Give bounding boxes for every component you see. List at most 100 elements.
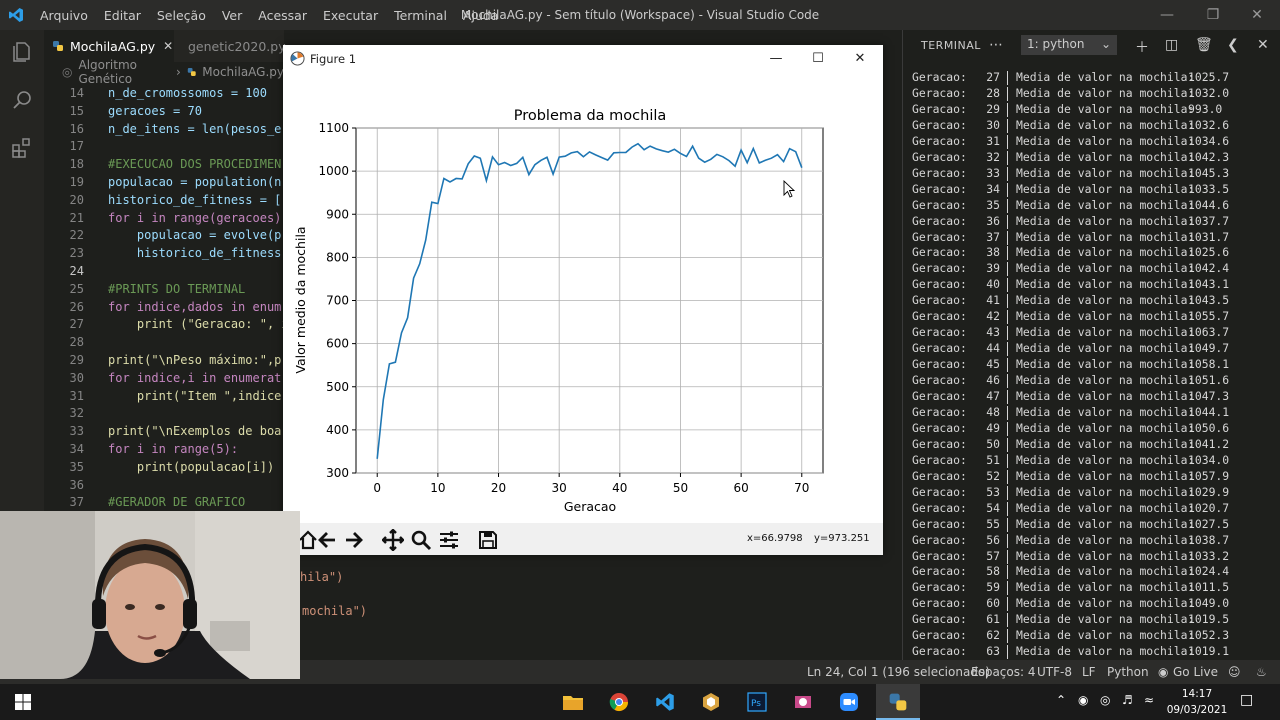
cursor-position[interactable]: Ln 24, Col 1 (196 selecionado) bbox=[807, 665, 990, 679]
code-line[interactable]: 33 print("\nExemplos de boa bbox=[44, 424, 282, 442]
code-line[interactable]: 24 bbox=[44, 264, 108, 282]
code-line[interactable]: 19 populacao = population(n bbox=[44, 175, 282, 193]
more-actions-icon[interactable]: ⋯ bbox=[989, 37, 1003, 53]
back-arrow-icon[interactable] bbox=[316, 529, 338, 551]
row-description: Media de valor na mochila: bbox=[1016, 181, 1195, 196]
python-icon bbox=[889, 693, 907, 711]
code-line[interactable]: 36 bbox=[44, 478, 108, 496]
bell-icon[interactable]: ♨ bbox=[1256, 665, 1267, 679]
menu-acessar[interactable]: Acessar bbox=[258, 8, 307, 23]
wifi-icon[interactable]: ≈ bbox=[1144, 693, 1154, 707]
taskbar-clock[interactable]: 14:17 09/03/2021 bbox=[1164, 686, 1230, 718]
breadcrumb-folder[interactable]: Algoritmo Genético bbox=[78, 58, 169, 86]
volume-icon[interactable]: ♬ bbox=[1122, 693, 1133, 707]
encoding[interactable]: UTF-8 bbox=[1037, 665, 1072, 679]
code-line[interactable]: 27 print ("Geracao: ", i bbox=[44, 317, 284, 335]
menu-ajuda[interactable]: Ajuda bbox=[463, 8, 499, 23]
figure-close-button[interactable]: ✕ bbox=[839, 45, 881, 73]
code-line[interactable]: 20 historico_de_fitness = [ bbox=[44, 192, 282, 211]
microphone-icon[interactable]: ◎ bbox=[1100, 693, 1110, 707]
code-line[interactable]: 18 #EXECUCAO DOS PROCEDIMEN bbox=[44, 157, 282, 175]
python-taskbar-item[interactable] bbox=[876, 684, 920, 720]
clock-date: 09/03/2021 bbox=[1166, 704, 1228, 716]
code-line[interactable]: 25 #PRINTS DO TERMINAL bbox=[44, 282, 246, 300]
chevron-up-icon[interactable]: ⌃ bbox=[1056, 693, 1066, 707]
code-line[interactable]: 21 for i in range(geracoes) bbox=[44, 211, 282, 229]
zoom-icon[interactable] bbox=[838, 692, 860, 712]
chrome-icon[interactable] bbox=[608, 692, 630, 712]
row-description: Media de valor na mochila: bbox=[1016, 101, 1195, 116]
figure-canvas[interactable]: 0 10 20 30 40 50 60 70 300 400 500 600 700 800 900 1000… bbox=[283, 73, 883, 523]
generation-number: 59 bbox=[986, 580, 1000, 595]
line-number: 20 bbox=[69, 192, 84, 207]
tab-genetic2020[interactable]: genetic2020.py bbox=[174, 30, 286, 62]
code-editor[interactable]: 14 n_de_cromossomos = 100 15 geracoes = 70 1… bbox=[44, 86, 284, 511]
row-label: Geracao: bbox=[912, 341, 967, 356]
menu-ver[interactable]: Ver bbox=[222, 8, 242, 23]
code-text: historico_de_fitness = [ bbox=[108, 192, 282, 207]
clock-time: 14:17 bbox=[1181, 688, 1213, 700]
breadcrumb-file[interactable]: MochilaAG.py bbox=[202, 65, 284, 79]
terminal-tab[interactable]: TERMINAL bbox=[921, 39, 981, 52]
line-number: 27 bbox=[69, 317, 84, 332]
notifications-icon[interactable]: □ bbox=[1240, 692, 1253, 708]
language-mode[interactable]: Python bbox=[1107, 665, 1149, 679]
column-separator bbox=[1007, 374, 1008, 389]
forward-arrow-icon[interactable] bbox=[343, 529, 365, 551]
new-terminal-icon[interactable]: ＋ bbox=[1135, 37, 1149, 57]
split-terminal-icon[interactable]: ◫ bbox=[1165, 37, 1178, 53]
menu-arquivo[interactable]: Arquivo bbox=[40, 8, 88, 23]
code-line[interactable]: 32 bbox=[44, 406, 108, 424]
code-line[interactable]: 35 print(populacao[i]) bbox=[44, 460, 275, 478]
close-panel-icon[interactable]: ✕ bbox=[1257, 37, 1269, 53]
generation-number: 60 bbox=[986, 596, 1000, 611]
3d-app-icon[interactable] bbox=[700, 692, 722, 712]
chevron-left-icon[interactable]: ❮ bbox=[1227, 37, 1239, 53]
search-icon[interactable] bbox=[10, 88, 34, 112]
photoshop-icon[interactable]: Ps bbox=[746, 692, 768, 712]
zoom-rect-icon[interactable] bbox=[410, 529, 432, 551]
mail-app-icon[interactable] bbox=[792, 692, 814, 712]
menu-editar[interactable]: Editar bbox=[104, 8, 141, 23]
code-line[interactable]: 30 for indice,i in enumerat bbox=[44, 371, 282, 389]
close-window-button[interactable]: ✕ bbox=[1234, 0, 1280, 30]
pan-icon[interactable] bbox=[382, 529, 404, 551]
code-line[interactable]: 14 n_de_cromossomos = 100 bbox=[44, 86, 267, 104]
terminal-select[interactable]: 1: python ⌄ bbox=[1021, 35, 1117, 55]
code-line[interactable]: 15 geracoes = 70 bbox=[44, 104, 202, 122]
go-live[interactable]: Go Live bbox=[1173, 665, 1218, 679]
explorer-icon[interactable] bbox=[10, 40, 34, 64]
menu-executar[interactable]: Executar bbox=[323, 8, 378, 23]
code-line[interactable]: 16 n_de_itens = len(pesos_e bbox=[44, 122, 282, 140]
minimize-button[interactable]: — bbox=[1144, 0, 1190, 30]
generation-number: 49 bbox=[986, 420, 1000, 435]
code-line[interactable]: 23 historico_de_fitness bbox=[44, 246, 282, 264]
menu-selecao[interactable]: Seleção bbox=[157, 8, 206, 23]
configure-subplots-icon[interactable] bbox=[438, 529, 460, 551]
code-line[interactable]: 29 print("\nPeso máximo:",p bbox=[44, 353, 282, 371]
close-tab-icon[interactable]: ✕ bbox=[163, 39, 173, 53]
indentation[interactable]: Espaços: 4 bbox=[971, 665, 1036, 679]
extensions-icon[interactable] bbox=[10, 136, 34, 160]
terminal-output[interactable]: Geracao: 27 Media de valor na mochila: 1025… bbox=[902, 60, 1280, 660]
restore-button[interactable]: ❐ bbox=[1190, 0, 1236, 30]
figure-minimize-button[interactable]: — bbox=[755, 45, 797, 73]
code-line[interactable]: 31 print("Item ",indice bbox=[44, 389, 282, 407]
code-line[interactable]: 22 populacao = evolve(p bbox=[44, 228, 282, 246]
figure-maximize-button[interactable]: ☐ bbox=[797, 45, 839, 73]
menu-terminal[interactable]: Terminal bbox=[394, 8, 447, 23]
end-of-line[interactable]: LF bbox=[1082, 665, 1096, 679]
code-line[interactable]: 34 for i in range(5): bbox=[44, 442, 239, 460]
row-value: 1049.0 bbox=[1188, 596, 1230, 611]
trash-icon[interactable]: 🗑 bbox=[1195, 37, 1213, 53]
camera-icon[interactable]: ◉ bbox=[1078, 693, 1088, 707]
vscode-taskbar-icon[interactable] bbox=[654, 692, 676, 712]
code-line[interactable]: 26 for indice,dados in enum bbox=[44, 300, 282, 318]
code-line[interactable]: 37 #GERADOR DE GRAFICO bbox=[44, 495, 246, 511]
code-line[interactable]: 28 bbox=[44, 335, 108, 353]
save-icon[interactable] bbox=[477, 529, 499, 551]
file-explorer-icon[interactable] bbox=[562, 692, 584, 712]
windows-start-icon[interactable] bbox=[12, 692, 34, 712]
code-line[interactable]: 17 bbox=[44, 139, 108, 157]
feedback-icon[interactable]: ☺ bbox=[1228, 665, 1241, 679]
